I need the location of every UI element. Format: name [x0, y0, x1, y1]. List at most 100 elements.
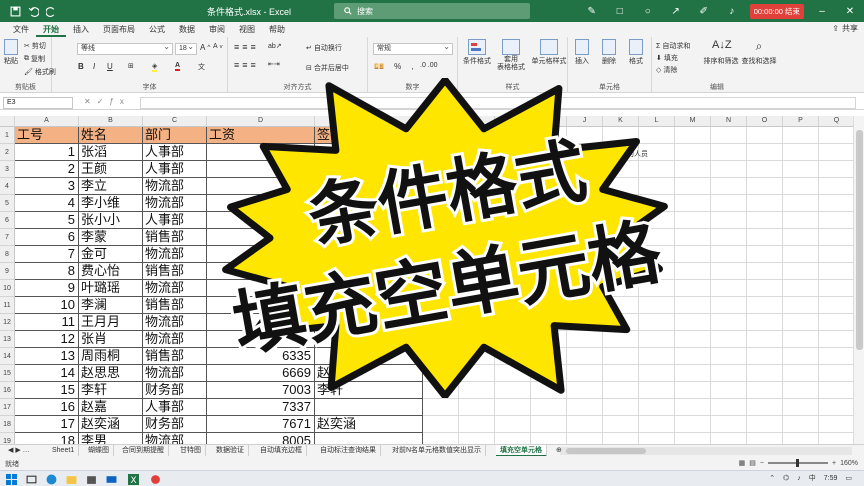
empty-cell[interactable]	[711, 382, 747, 399]
find-select-button[interactable]: ⌕ 查找和选择	[740, 37, 778, 66]
empty-cell[interactable]	[711, 280, 747, 297]
empty-cell[interactable]	[819, 297, 853, 314]
tab-view[interactable]: 视图	[232, 22, 262, 37]
close-button[interactable]: ✕	[840, 6, 860, 17]
empty-cell[interactable]	[783, 331, 819, 348]
empty-cell[interactable]	[819, 280, 853, 297]
empty-cell[interactable]	[567, 433, 603, 444]
table-cell-a[interactable]: 18	[15, 433, 79, 444]
zoom-in-button[interactable]: +	[832, 460, 836, 467]
font-color-button[interactable]: A	[175, 62, 181, 71]
border-button[interactable]: ⊞	[128, 62, 134, 70]
mail-icon[interactable]	[106, 474, 117, 485]
table-cell-c[interactable]: 物流部	[143, 433, 207, 444]
empty-cell[interactable]	[747, 399, 783, 416]
recorder-app-icon[interactable]	[150, 474, 161, 485]
align-left-icons[interactable]: ≡≡≡	[234, 60, 259, 70]
empty-cell[interactable]	[783, 297, 819, 314]
fill-color-button[interactable]: ◈	[152, 62, 158, 72]
empty-cell[interactable]	[531, 416, 567, 433]
marker-icon[interactable]: ✐	[694, 6, 714, 17]
empty-cell[interactable]	[783, 178, 819, 195]
column-header[interactable]: N	[711, 116, 747, 127]
arrow-icon[interactable]: ↗	[666, 6, 686, 17]
indent-button[interactable]: ⇤⇥	[268, 60, 280, 68]
table-cell-a[interactable]: 10	[15, 297, 79, 314]
table-cell-a[interactable]: 17	[15, 416, 79, 433]
orientation-button[interactable]: ab↗	[268, 42, 282, 50]
row-header[interactable]: 4	[0, 178, 15, 195]
table-cell-a[interactable]: 12	[15, 331, 79, 348]
empty-cell[interactable]	[819, 348, 853, 365]
tab-insert[interactable]: 插入	[66, 22, 96, 37]
table-cell-e[interactable]	[315, 433, 423, 444]
table-cell-d[interactable]: 8005	[207, 433, 315, 444]
table-cell-a[interactable]: 13	[15, 348, 79, 365]
empty-cell[interactable]	[711, 161, 747, 178]
empty-cell[interactable]	[711, 365, 747, 382]
zoom-control[interactable]: ▦ ▤ − + 160%	[739, 459, 858, 467]
empty-cell[interactable]	[819, 416, 853, 433]
empty-cell[interactable]	[819, 229, 853, 246]
row-header[interactable]: 14	[0, 348, 15, 365]
empty-cell[interactable]	[711, 246, 747, 263]
insert-cells-button[interactable]: 插入	[568, 37, 596, 66]
wrap-text-button[interactable]: ↵ 自动换行	[306, 43, 342, 53]
table-cell-a[interactable]: 16	[15, 399, 79, 416]
normal-view-icon[interactable]: ▦	[739, 459, 746, 467]
table-cell-e[interactable]	[315, 399, 423, 416]
tab-file[interactable]: 文件	[6, 22, 36, 37]
table-cell-a[interactable]: 5	[15, 212, 79, 229]
header-cell-b[interactable]: 姓名	[79, 127, 143, 144]
table-cell-b[interactable]: 王月月	[79, 314, 143, 331]
empty-cell[interactable]	[531, 399, 567, 416]
empty-cell[interactable]	[747, 280, 783, 297]
empty-cell[interactable]	[819, 161, 853, 178]
empty-cell[interactable]	[747, 314, 783, 331]
empty-cell[interactable]	[819, 314, 853, 331]
table-cell-e[interactable]: 赵奕涵	[315, 416, 423, 433]
align-top-icons[interactable]: ≡≡≡	[234, 42, 259, 52]
clock[interactable]: 7:59	[824, 475, 838, 482]
row-header[interactable]: 13	[0, 331, 15, 348]
empty-cell[interactable]	[423, 399, 459, 416]
empty-cell[interactable]	[675, 399, 711, 416]
row-header[interactable]: 18	[0, 416, 15, 433]
empty-cell[interactable]	[747, 144, 783, 161]
save-icon[interactable]	[10, 6, 21, 17]
empty-cell[interactable]	[747, 348, 783, 365]
table-cell-a[interactable]: 3	[15, 178, 79, 195]
paste-button[interactable]: 粘贴	[0, 37, 22, 66]
empty-cell[interactable]	[603, 416, 639, 433]
delete-cells-button[interactable]: 删除	[595, 37, 623, 66]
format-as-table-button[interactable]: 套用 表格格式	[494, 37, 528, 72]
merge-center-button[interactable]: ⊟ 合并后居中	[306, 63, 349, 73]
table-cell-b[interactable]: 张小小	[79, 212, 143, 229]
empty-cell[interactable]	[783, 348, 819, 365]
empty-cell[interactable]	[459, 416, 495, 433]
empty-cell[interactable]	[495, 433, 531, 444]
column-header[interactable]: A	[15, 116, 79, 127]
empty-cell[interactable]	[531, 433, 567, 444]
name-box[interactable]: E3	[3, 97, 73, 109]
zoom-out-button[interactable]: −	[760, 460, 764, 467]
table-cell-b[interactable]: 周雨桐	[79, 348, 143, 365]
empty-cell[interactable]	[747, 212, 783, 229]
fill-button[interactable]: ⬇ 填充	[656, 53, 678, 63]
empty-cell[interactable]	[747, 416, 783, 433]
empty-cell[interactable]	[783, 195, 819, 212]
table-cell-a[interactable]: 9	[15, 280, 79, 297]
windows-start-icon[interactable]	[6, 474, 17, 485]
empty-cell[interactable]	[711, 297, 747, 314]
empty-cell[interactable]	[783, 212, 819, 229]
empty-cell[interactable]	[819, 144, 853, 161]
empty-cell[interactable]	[819, 246, 853, 263]
empty-cell[interactable]	[783, 382, 819, 399]
empty-cell[interactable]	[567, 399, 603, 416]
table-cell-a[interactable]: 2	[15, 161, 79, 178]
task-view-icon[interactable]	[26, 474, 37, 485]
empty-cell[interactable]	[711, 178, 747, 195]
empty-cell[interactable]	[747, 297, 783, 314]
phonetic-button[interactable]: 文	[198, 62, 205, 72]
vertical-scroll-thumb[interactable]	[856, 130, 863, 350]
